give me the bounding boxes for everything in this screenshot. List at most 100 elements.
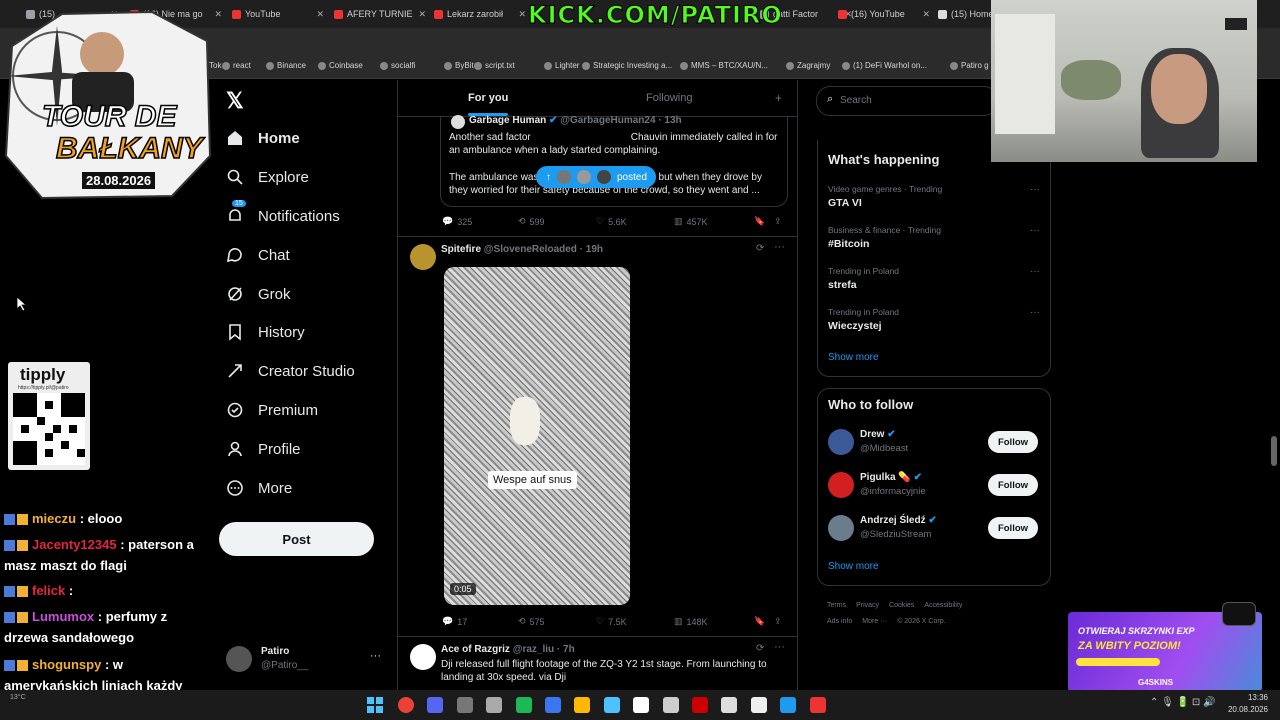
browser-tab[interactable]: (16) YouTube ✕ (838, 4, 930, 24)
scrollbar-thumb[interactable] (1271, 436, 1277, 466)
tweet-video[interactable]: Wespe auf snus 0:05 (444, 267, 630, 605)
bookmark-item[interactable]: Strategic Investing a... (582, 61, 672, 70)
search-input[interactable]: Search (840, 95, 872, 106)
nav-item-more[interactable]: More (226, 479, 292, 497)
grok-icon[interactable]: ⟳ (756, 643, 764, 654)
browser-tab[interactable]: Lekarz zarobił ✕ (434, 4, 526, 24)
spotify-icon[interactable] (515, 697, 532, 713)
post-button[interactable]: Post (219, 522, 374, 556)
footer-link[interactable]: © 2026 X Corp. (897, 614, 945, 630)
grok-float-icon[interactable] (1222, 602, 1256, 626)
quoted-tweet[interactable]: Garbage Human ✔ @GarbageHuman24 · 13h An… (440, 115, 788, 207)
nav-item-explore[interactable]: Explore (226, 168, 309, 186)
bookmark-item[interactable]: MMS – BTC/XAU/N... (680, 61, 768, 70)
bell-icon[interactable] (750, 697, 767, 713)
trend-item[interactable]: Trending in Poland strefa ··· (828, 266, 1040, 291)
reply-button[interactable]: 💬 17 (442, 616, 518, 627)
bookmark-icon[interactable]: 🔖 (754, 216, 774, 227)
nav-item-notifications[interactable]: 15 Notifications (226, 200, 340, 225)
views-button[interactable]: ▥ 148K (674, 616, 754, 627)
chat-badge-icon (4, 660, 15, 672)
telegram-icon[interactable] (780, 697, 797, 713)
trend-item[interactable]: Video game genres · Trending GTA VI ··· (828, 184, 1040, 209)
rl-icon[interactable] (721, 697, 738, 713)
nav-item-chat[interactable]: Chat (226, 246, 290, 264)
app-icon[interactable] (545, 697, 561, 713)
bookmark-item[interactable]: Lighter (544, 61, 579, 70)
footer-link[interactable]: Accessibility (924, 598, 962, 614)
more-options-icon[interactable]: ··· (774, 241, 785, 253)
footer-link[interactable]: Privacy (856, 598, 879, 614)
tab-favicon-icon (232, 9, 241, 19)
avatar (828, 515, 854, 541)
account-more-icon[interactable]: ··· (370, 650, 381, 662)
bookmark-item[interactable]: Coinbase (318, 61, 363, 70)
app-icon[interactable] (809, 697, 826, 713)
repost-button[interactable]: ⟲ 575 (518, 616, 596, 627)
tab-following[interactable]: Following (646, 92, 692, 104)
edge-icon[interactable] (603, 697, 620, 713)
chat-username: shogunspy (32, 657, 102, 672)
footer-link[interactable]: Terms (827, 598, 846, 614)
x-app-icon[interactable] (633, 697, 650, 713)
like-button[interactable]: ♡ 5.6K (596, 216, 674, 227)
like-button[interactable]: ♡ 7.5K (596, 616, 674, 627)
browser-tab[interactable]: AFERY TURNIE ✕ (334, 4, 426, 24)
account-switcher[interactable]: Patiro @Patiro__ ··· (226, 644, 386, 674)
steam-icon[interactable] (486, 697, 503, 713)
browser-tab[interactable]: YouTube ✕ (232, 4, 324, 24)
footer-link[interactable]: More ··· (862, 614, 887, 630)
tray-icons[interactable]: ⌃ 🎙 🔋 ⊡ 🔊 (1150, 697, 1215, 708)
bookmark-icon[interactable]: 🔖 (754, 616, 774, 627)
nav-item-profile[interactable]: Profile (226, 440, 301, 458)
follow-suggestion[interactable]: Drew ✔ @Midbeast Follow (828, 427, 1040, 457)
bookmark-item[interactable]: Patiro g (950, 61, 989, 70)
nav-item-grok[interactable]: Grok (226, 285, 291, 303)
views-button[interactable]: ▥ 457K (674, 216, 754, 227)
bookmark-item[interactable]: Zagrajmy (786, 61, 830, 70)
follow-suggestion[interactable]: Pigulka 💊 ✔ @informacyjnie Follow (828, 470, 1040, 500)
share-icon[interactable]: ⇪ (774, 616, 782, 627)
trend-item[interactable]: Business & finance · Trending #Bitcoin ··· (828, 225, 1040, 250)
search-box[interactable]: ⌕ Search (816, 86, 998, 116)
chrome-icon[interactable] (398, 697, 414, 713)
share-icon[interactable]: ⇪ (774, 216, 782, 227)
nav-item-history[interactable]: History (226, 323, 305, 341)
windows-start-icon[interactable] (367, 697, 383, 713)
tab-for-you[interactable]: For you (468, 92, 508, 104)
app-icon[interactable] (692, 697, 708, 713)
bookmark-item[interactable]: socialfi (380, 61, 415, 70)
follow-suggestion[interactable]: Andrzej Śledź ✔ @SledziuStream Follow (828, 513, 1040, 543)
folder-icon[interactable] (574, 697, 591, 713)
grok-icon[interactable]: ⟳ (756, 243, 764, 254)
bookmark-item[interactable]: ByBit (444, 61, 474, 70)
bookmark-item[interactable]: react (222, 61, 251, 70)
tweet[interactable]: Garbage Human ✔ @GarbageHuman24 · 13h An… (398, 115, 797, 237)
nav-item-premium[interactable]: Premium (226, 401, 318, 419)
footer-link[interactable]: Cookies (889, 598, 914, 614)
tweet[interactable]: Spitefire @SloveneReloaded · 19h ⟳ ··· W… (398, 236, 797, 637)
nav-item-home[interactable]: Home (226, 129, 300, 147)
trend-item[interactable]: Trending in Poland Wieczystej ··· (828, 307, 1040, 332)
reply-button[interactable]: 💬 325 (442, 216, 518, 227)
nav-item-creator-studio[interactable]: Creator Studio (226, 362, 355, 380)
bookmark-item[interactable]: Binance (266, 61, 306, 70)
discord-icon[interactable] (427, 697, 444, 713)
follow-button[interactable]: Follow (988, 474, 1038, 496)
footer-link[interactable]: Ads info (827, 614, 852, 630)
follow-button[interactable]: Follow (988, 517, 1038, 539)
repost-button[interactable]: ⟲ 599 (518, 216, 596, 227)
steam-helper-icon[interactable] (456, 697, 473, 713)
follow-button[interactable]: Follow (988, 431, 1038, 453)
tweet-actions: 💬 17 ⟲ 575 ♡ 7.5K ▥ 148K 🔖 ⇪ (442, 616, 787, 627)
add-tab-icon[interactable]: + (775, 91, 782, 105)
bookmark-item[interactable]: script.txt (474, 61, 515, 70)
x-logo-icon[interactable]: 𝕏 (226, 88, 244, 114)
new-posts-pill[interactable]: ↑ posted (536, 166, 656, 188)
bookmark-item[interactable]: (1) DeFi Warhol on... (842, 61, 927, 70)
settings-icon[interactable] (662, 697, 679, 713)
more-options-icon[interactable]: ··· (774, 641, 785, 653)
tweet[interactable]: Ace of Razgriz @raz_liu · 7h ⟳ ··· Dji r… (398, 636, 797, 690)
show-more-link[interactable]: Show more (828, 561, 879, 572)
show-more-link[interactable]: Show more (828, 352, 879, 363)
